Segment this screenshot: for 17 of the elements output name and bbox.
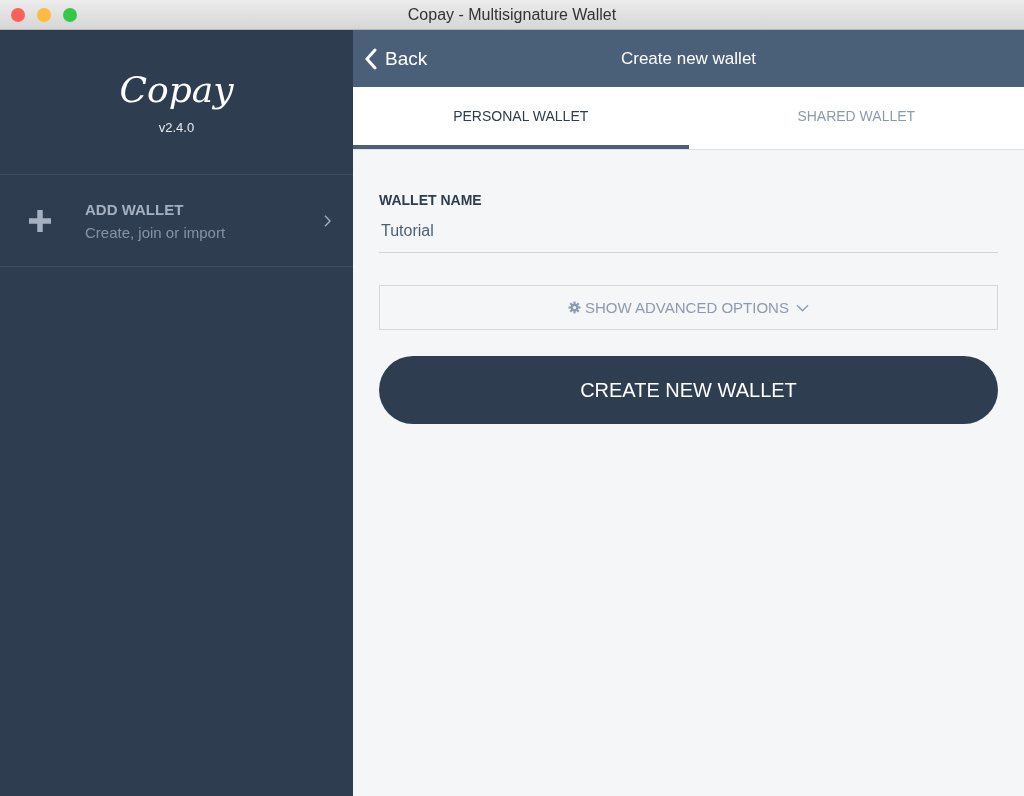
- back-button[interactable]: Back: [353, 47, 440, 70]
- minimize-button[interactable]: [37, 8, 51, 22]
- field-label: WALLET NAME: [379, 192, 483, 208]
- page-title: Create new wallet: [620, 48, 757, 69]
- plus-icon: [29, 209, 51, 232]
- wallet-name-field[interactable]: Tutorial: [379, 218, 998, 253]
- chevron-left-icon: [365, 47, 377, 70]
- logo: Copay: [119, 69, 234, 110]
- version-label: v2.4.0: [158, 120, 195, 135]
- chevron-right-icon: [324, 214, 331, 227]
- chevron-down-icon: [795, 303, 809, 312]
- create-wallet-button[interactable]: CREATE NEW WALLET: [379, 356, 998, 424]
- close-button[interactable]: [11, 8, 25, 22]
- tab[interactable]: PERSONAL WALLET: [353, 87, 689, 149]
- gear-icon: [568, 301, 582, 314]
- window-title: Copay - Multisignature Wallet: [407, 5, 617, 24]
- zoom-button[interactable]: [63, 8, 77, 22]
